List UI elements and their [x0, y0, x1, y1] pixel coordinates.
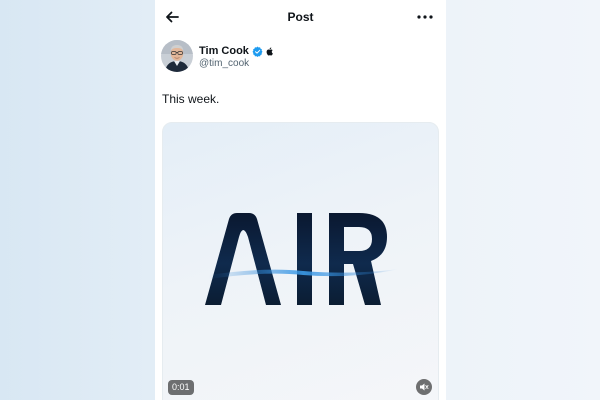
- verified-badge-icon: [252, 46, 263, 57]
- mute-button[interactable]: [416, 379, 432, 395]
- author-name-row: Tim Cook: [199, 44, 273, 58]
- post-text: This week.: [162, 92, 220, 106]
- post-author: Tim Cook @tim_cook: [161, 40, 431, 76]
- back-button[interactable]: [163, 8, 181, 26]
- page-title: Post: [287, 10, 314, 24]
- avatar[interactable]: [161, 40, 193, 72]
- more-horizontal-icon: [417, 15, 433, 19]
- air-logo: [205, 213, 399, 305]
- author-handle[interactable]: @tim_cook: [199, 58, 249, 69]
- more-options-button[interactable]: [416, 10, 434, 24]
- apple-logo-icon: [266, 46, 273, 56]
- top-bar: Post: [155, 0, 446, 36]
- author-name[interactable]: Tim Cook: [199, 45, 249, 57]
- video-player[interactable]: 0:01: [162, 122, 439, 400]
- speaker-muted-icon: [420, 383, 429, 391]
- post-detail-panel: Post Tim Cook @tim_cook This week. 0:01: [155, 0, 446, 400]
- arrow-left-icon: [166, 11, 179, 23]
- video-timestamp: 0:01: [168, 380, 194, 395]
- avatar-photo: [161, 40, 193, 72]
